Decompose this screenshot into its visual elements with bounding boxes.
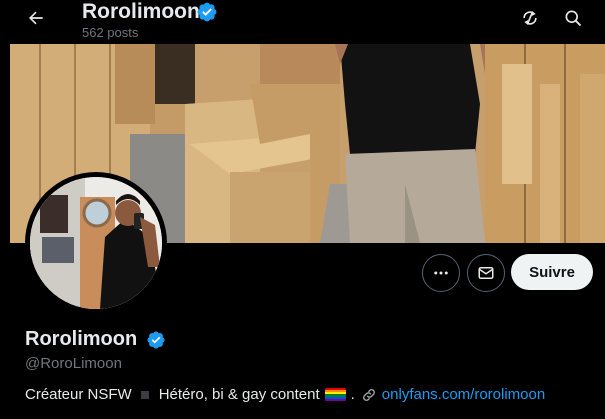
page-title: Rorolimoon — [82, 0, 200, 23]
avatar[interactable] — [30, 177, 162, 309]
more-dots-icon — [434, 271, 448, 275]
verified-badge-icon — [197, 2, 217, 22]
arrow-left-icon — [29, 11, 43, 25]
black-square-icon — [140, 390, 149, 399]
search-icon — [565, 10, 582, 27]
user-handle: @RoroLimoon — [25, 355, 122, 372]
avatar-image — [30, 177, 162, 309]
bio-text-content: Hétéro, bi & gay content — [158, 386, 320, 403]
profile-bio: Créateur NSFW Hétéro, bi & gay content .… — [25, 386, 545, 403]
bio-external-link[interactable]: onlyfans.com/rorolimoon — [382, 386, 545, 403]
refresh-slash-icon — [523, 11, 537, 25]
follow-button[interactable]: Suivre — [511, 254, 593, 290]
bio-text-creator: Créateur NSFW — [25, 386, 132, 403]
refresh-button[interactable] — [514, 2, 546, 34]
display-name: Rorolimoon — [25, 328, 138, 350]
verified-badge-icon — [147, 331, 165, 349]
rainbow-flag-icon — [324, 387, 346, 402]
search-button[interactable] — [557, 2, 589, 34]
bio-text-dot: . — [350, 386, 355, 403]
link-chain-icon — [361, 387, 377, 403]
back-button[interactable] — [18, 4, 54, 32]
envelope-icon — [478, 267, 494, 279]
more-options-button[interactable] — [422, 254, 460, 292]
message-button[interactable] — [467, 254, 505, 292]
posts-count: 562 posts — [82, 25, 139, 40]
